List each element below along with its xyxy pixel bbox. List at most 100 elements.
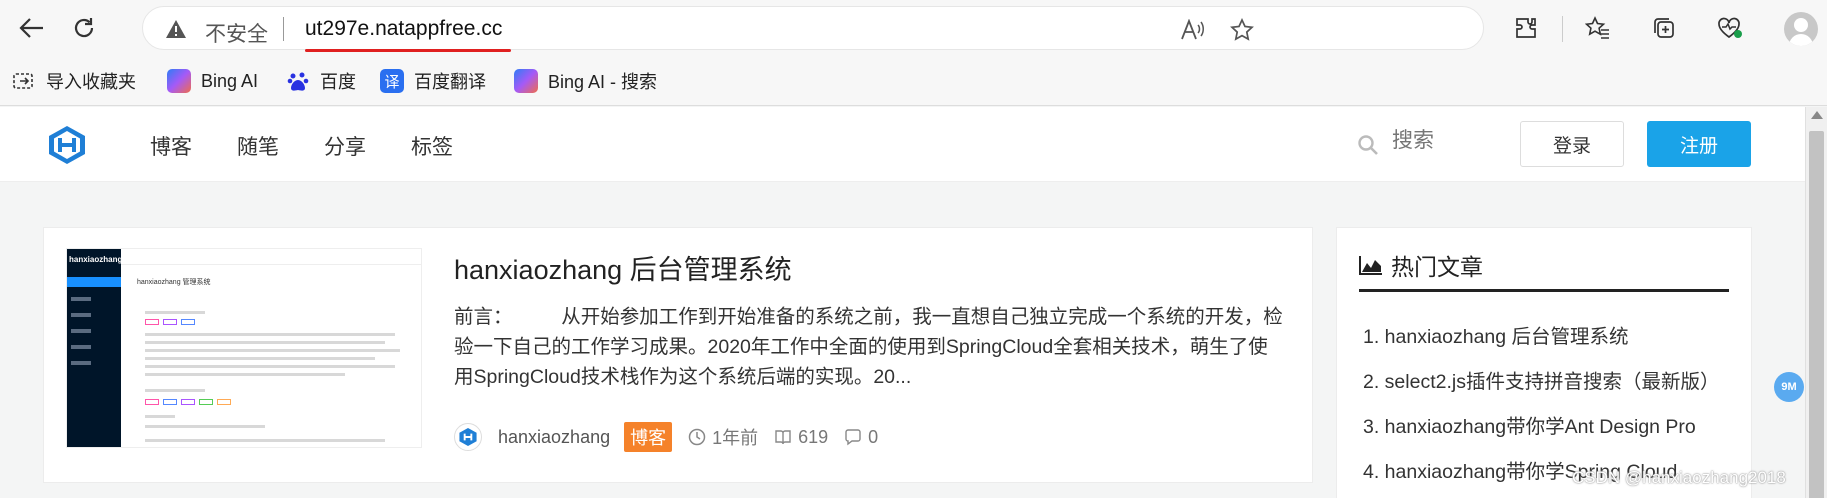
author-name[interactable]: hanxiaozhang	[498, 427, 610, 448]
thumbnail-tag	[163, 399, 177, 405]
nav-tags[interactable]: 标签	[411, 131, 453, 161]
author-avatar[interactable]	[454, 423, 482, 451]
favorite-label: Bing AI - 搜索	[548, 72, 658, 92]
article-meta: hanxiaozhang 博客 1年前 619 0	[454, 422, 894, 452]
site-logo[interactable]	[46, 124, 88, 166]
article-title[interactable]: hanxiaozhang 后台管理系统	[454, 248, 792, 287]
star-icon[interactable]	[1229, 17, 1255, 43]
favorites-bar: 导入收藏夹 Bing AI 百度 译 百度翻译 Bing AI - 搜索	[0, 56, 1827, 106]
view-count: 619	[774, 427, 828, 448]
thumbnail-text-line	[145, 349, 400, 352]
thumbnail-text-line	[145, 365, 395, 368]
favorite-label: 百度翻译	[414, 72, 486, 92]
clock-icon	[688, 428, 706, 446]
area-chart-icon	[1359, 256, 1382, 275]
scroll-thumb[interactable]	[1809, 131, 1824, 498]
translate-icon: 译	[380, 69, 404, 93]
hot-articles-title: 热门文章	[1359, 248, 1483, 282]
url-text[interactable]: ut297e.natappfree.cc	[305, 17, 502, 41]
thumbnail-menu-item	[71, 361, 91, 365]
hot-article-item[interactable]: 2. select2.js插件支持拼音搜索（最新版）	[1363, 365, 1728, 394]
thumbnail-text-line	[145, 439, 385, 442]
thumbnail-page-title: hanxiaozhang 管理系统	[137, 279, 211, 286]
nav-share[interactable]: 分享	[324, 131, 366, 161]
thumbnail-brand: hanxiaozhang	[69, 255, 123, 264]
article-excerpt: 前言： 从开始参加工作到开始准备的系统之前，我一直想自己独立完成一个系统的开发，…	[454, 306, 1283, 388]
thumbnail-text-line	[145, 415, 175, 418]
favorite-baidu-translate[interactable]: 译 百度翻译	[380, 68, 486, 94]
favorite-label: Bing AI	[201, 70, 259, 91]
browser-toolbar: 不安全 ut297e.natappfree.cc	[0, 0, 1827, 56]
security-label[interactable]: 不安全	[205, 18, 268, 48]
thumbnail-tag	[181, 319, 195, 325]
favorite-label: 百度	[320, 72, 356, 92]
comment-count-text: 0	[868, 426, 879, 447]
thumbnail-text-line	[145, 357, 375, 360]
extensions-icon[interactable]	[1512, 14, 1540, 42]
search-icon[interactable]	[1357, 134, 1379, 156]
thumbnail-tag	[163, 319, 177, 325]
comment-count[interactable]: 0	[844, 427, 878, 448]
collections-icon[interactable]	[1650, 14, 1678, 42]
search-input[interactable]	[1392, 129, 1492, 153]
toolbar-divider	[1562, 16, 1563, 42]
thumbnail-sidebar: hanxiaozhang	[67, 249, 123, 447]
profile-avatar[interactable]	[1784, 12, 1818, 46]
thumbnail-tag	[181, 399, 195, 405]
login-button[interactable]: 登录	[1520, 121, 1624, 167]
network-speed-badge[interactable]: 9M	[1774, 372, 1804, 402]
read-aloud-icon[interactable]	[1179, 17, 1205, 43]
thumbnail-text-line	[145, 389, 205, 392]
register-button[interactable]: 注册	[1647, 121, 1751, 167]
address-bar[interactable]: 不安全 ut297e.natappfree.cc	[142, 6, 1484, 52]
comment-icon	[845, 429, 861, 446]
divider	[1359, 289, 1729, 292]
thumbnail-menu-item	[71, 329, 91, 333]
hot-articles-title-text: 热门文章	[1391, 254, 1483, 280]
nav-notes[interactable]: 随笔	[237, 131, 279, 161]
favorite-label: 导入收藏夹	[46, 72, 136, 92]
hot-articles-panel: 热门文章 1. hanxiaozhang 后台管理系统 2. select2.j…	[1336, 227, 1752, 498]
warning-icon[interactable]	[165, 19, 187, 39]
import-favorites-icon	[12, 69, 36, 93]
thumbnail-text-line	[145, 311, 205, 314]
thumbnail-tag	[145, 319, 159, 325]
thumbnail-tag	[199, 399, 213, 405]
favorites-icon[interactable]	[1584, 14, 1612, 42]
nav-blog[interactable]: 博客	[150, 131, 192, 161]
scroll-up-arrow-icon[interactable]	[1811, 111, 1823, 119]
bing-icon	[167, 69, 191, 93]
category-badge[interactable]: 博客	[624, 422, 673, 452]
view-count-text: 619	[798, 426, 829, 447]
article-card[interactable]: hanxiaozhang hanxiaozhang 管理系统 hanxiaozh…	[43, 227, 1313, 483]
page-scrollbar[interactable]	[1805, 107, 1827, 498]
web-page: 博客 随笔 分享 标签 登录 注册 hanxiaozhang hanxiaozh…	[0, 107, 1805, 498]
favorite-bing-ai-search[interactable]: Bing AI - 搜索	[514, 68, 657, 94]
thumbnail-text-line	[145, 341, 385, 344]
bing-icon	[514, 69, 538, 93]
browser-essentials-icon[interactable]	[1716, 14, 1744, 42]
post-time-text: 1年前	[712, 428, 759, 448]
favorite-bing-ai[interactable]: Bing AI	[167, 68, 258, 94]
watermark: CSDN @hanxiaozhang2018	[1572, 468, 1786, 487]
favorite-baidu[interactable]: 百度	[286, 68, 356, 94]
article-thumbnail[interactable]: hanxiaozhang hanxiaozhang 管理系统	[66, 248, 422, 448]
thumbnail-active-item	[67, 277, 121, 287]
divider	[283, 17, 284, 41]
thumbnail-menu-item	[71, 313, 91, 317]
hot-article-item[interactable]: 3. hanxiaozhang带你学Ant Design Pro	[1363, 410, 1728, 439]
thumbnail-text-line	[145, 333, 395, 336]
url-annotation-underline	[305, 49, 511, 52]
hot-article-item[interactable]: 1. hanxiaozhang 后台管理系统	[1363, 320, 1728, 349]
book-icon	[775, 430, 791, 445]
favorite-import[interactable]: 导入收藏夹	[12, 68, 136, 94]
thumbnail-menu-item	[71, 345, 91, 349]
back-arrow-icon[interactable]	[14, 10, 50, 46]
site-header: 博客 随笔 分享 标签 登录 注册	[0, 107, 1805, 182]
thumbnail-topbar	[121, 249, 421, 265]
thumbnail-text-line	[145, 373, 345, 376]
refresh-icon[interactable]	[66, 10, 102, 46]
thumbnail-tag	[217, 399, 231, 405]
thumbnail-tag	[145, 399, 159, 405]
post-time: 1年前	[688, 424, 758, 450]
